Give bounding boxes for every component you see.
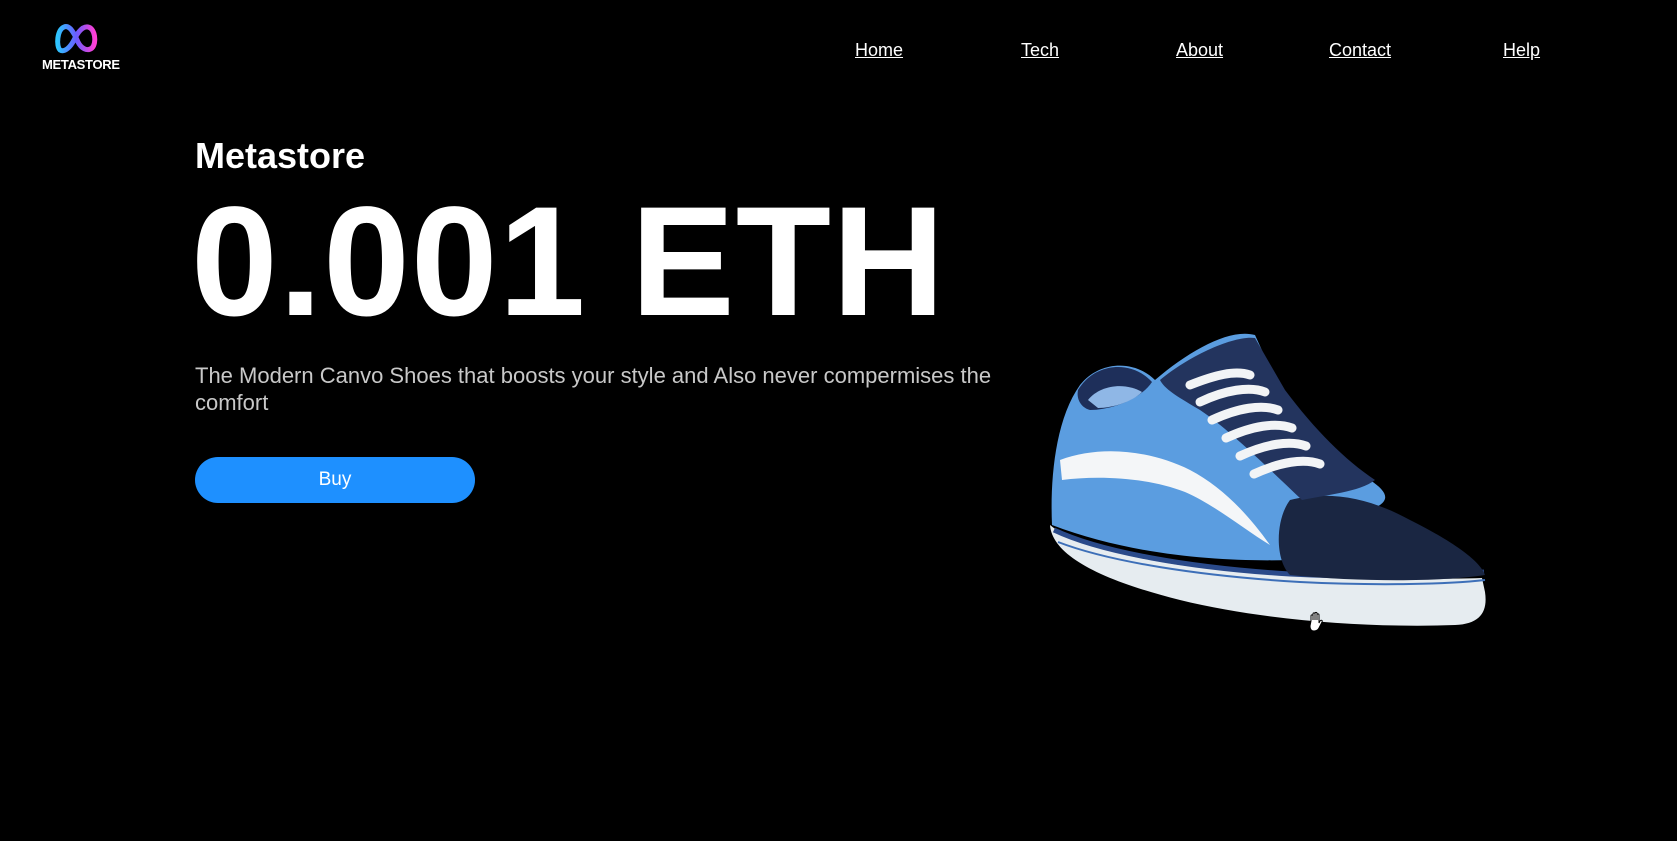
nav-contact-link[interactable]: Contact [1329, 40, 1391, 61]
main-nav: Home Tech About Contact Help [0, 40, 1677, 64]
nav-about-link[interactable]: About [1176, 40, 1223, 61]
nav-help-link[interactable]: Help [1503, 40, 1540, 61]
nav-tech-link[interactable]: Tech [1021, 40, 1059, 61]
product-description: The Modern Canvo Shoes that boosts your … [195, 363, 992, 415]
product-price: 0.001 ETH [191, 175, 946, 349]
hero-subtitle: Metastore [195, 135, 366, 176]
sneaker-image[interactable] [1040, 330, 1500, 675]
nav-home-link[interactable]: Home [855, 40, 903, 61]
buy-button[interactable]: Buy [195, 457, 475, 503]
shoe-toe-cap [1278, 495, 1485, 581]
landing-page: METASTORE Home Tech About Contact Help M… [0, 0, 1677, 841]
hand-grab-icon [1309, 611, 1323, 632]
